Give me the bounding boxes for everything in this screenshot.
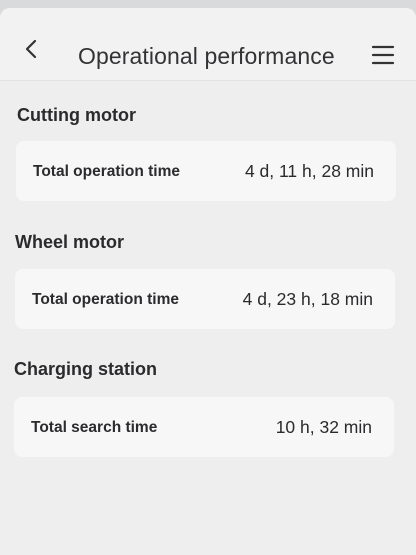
menu-button[interactable] [370,42,396,68]
section-heading-charging-station: Charging station [14,359,157,379]
stat-label: Total operation time [32,291,179,308]
page-title: Operational performance [78,43,335,69]
stat-label: Total search time [31,419,158,436]
stat-card-cutting-motor: Total operation time 4 d, 11 h, 28 min [16,141,396,201]
section-heading-wheel-motor: Wheel motor [15,232,125,252]
stat-value: 4 d, 11 h, 28 min [244,161,374,181]
stat-value: 4 d, 23 h, 18 min [242,289,373,309]
hamburger-menu-icon [371,45,395,65]
chevron-left-icon [25,39,37,59]
stat-card-wheel-motor: Total operation time 4 d, 23 h, 18 min [15,269,395,329]
stat-label: Total operation time [33,163,180,180]
section-heading-cutting-motor: Cutting motor [17,105,136,125]
stat-value: 10 h, 32 min [275,417,372,437]
stat-card-charging-station: Total search time 10 h, 32 min [14,397,394,457]
app-screen: Operational performance Cutting motor To… [0,8,416,555]
app-header: Operational performance [0,8,416,81]
back-button[interactable] [16,34,46,64]
